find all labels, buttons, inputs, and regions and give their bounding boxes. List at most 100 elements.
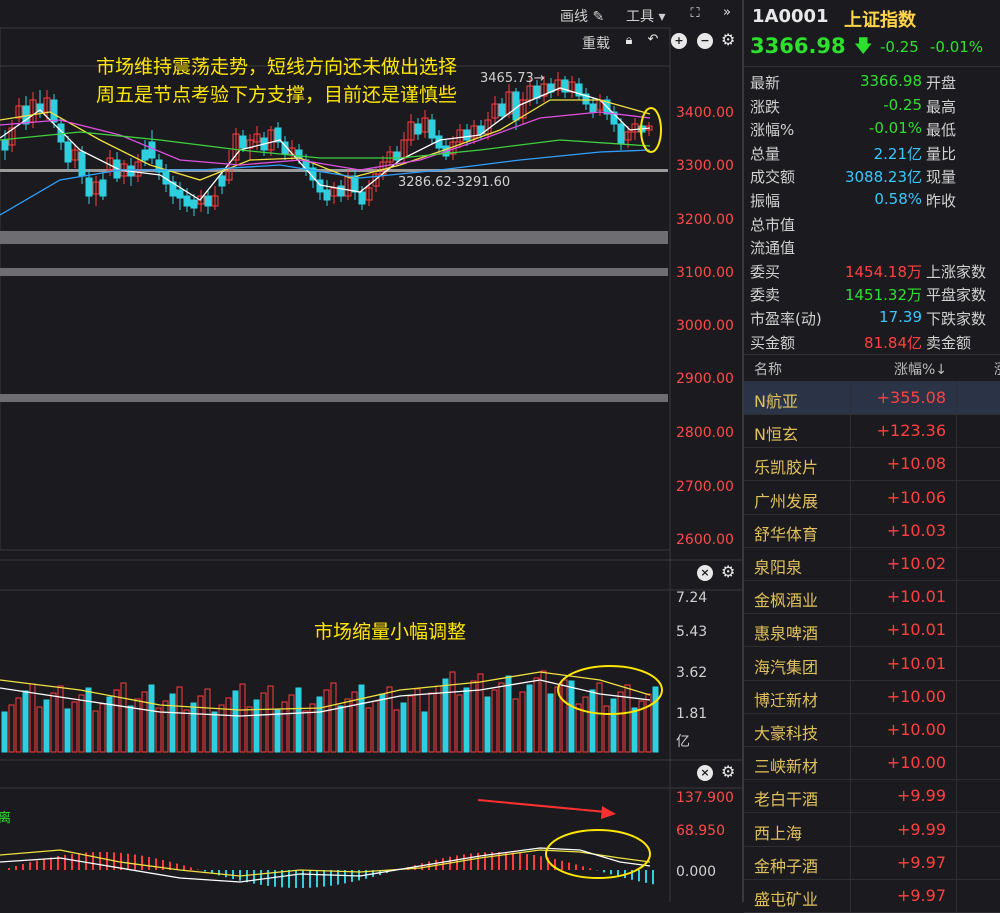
candle-body: [148, 141, 156, 159]
volume-bar: [582, 696, 589, 753]
draw-line-label: 画线: [560, 9, 588, 25]
candle-body: [85, 177, 93, 197]
volume-bar: [225, 697, 232, 753]
col-pct[interactable]: 涨幅%↓: [894, 359, 947, 379]
stock-list-row[interactable]: 盛屯矿业 +9.97: [744, 879, 1000, 913]
tools-menu[interactable]: 工具 ▾: [626, 6, 665, 26]
stock-list-row[interactable]: 舒华体育 +10.03: [744, 513, 1000, 548]
col-divider: [956, 547, 957, 580]
stat-label: 成交额: [750, 168, 796, 187]
volume-bar: [456, 694, 463, 753]
volume-bar: [29, 683, 36, 753]
stock-list-row[interactable]: 西上海 +9.99: [744, 812, 1000, 847]
kline-chart[interactable]: 3400.00 3300.00 3200.00 3100.00 3000.00 2900.…: [0, 0, 742, 902]
col-divider: [956, 381, 957, 414]
volume-bar: [477, 673, 484, 753]
candle-body: [183, 195, 191, 207]
volume-bar: [260, 692, 267, 753]
stat-row: 买金额 81.84亿 卖金额: [744, 330, 1000, 353]
candle-body: [50, 99, 58, 123]
stock-pct: +10.01: [886, 587, 946, 607]
volume-bar: [155, 707, 162, 753]
volume-bar: [379, 693, 386, 753]
stock-name: 乐凯胶片: [754, 458, 819, 478]
reload-button[interactable]: 重载: [582, 33, 610, 53]
stock-list-row[interactable]: 惠泉啤酒 +10.01: [744, 613, 1000, 648]
candle-body: [393, 151, 401, 161]
stock-list-row[interactable]: 金枫酒业 +10.01: [744, 580, 1000, 615]
macd-axis-label: 68.950: [676, 823, 725, 839]
close-macd-panel-icon[interactable]: ×: [697, 765, 713, 781]
volume-annotation: 市场缩量小幅调整: [314, 621, 467, 643]
col-divider: [850, 746, 851, 780]
col-extra[interactable]: 涨: [994, 359, 1000, 379]
fullscreen-icon[interactable]: ⛶: [688, 7, 702, 21]
quote-panel: 1A0001 上证指数 3366.98 🡇 -0.25 -0.01% 最新 336…: [742, 0, 1000, 913]
stock-pct: +10.00: [886, 720, 946, 739]
stock-list-row[interactable]: 海汽集团 +10.01: [744, 646, 1000, 681]
stock-list-row[interactable]: N恒玄 +123.36: [744, 414, 1000, 449]
stat-label: 振幅: [750, 192, 781, 210]
stock-list-row[interactable]: N航亚 +355.08: [744, 381, 1000, 415]
draw-line-button[interactable]: 画线 ✎: [560, 6, 604, 26]
zoom-out-icon[interactable]: −: [697, 33, 713, 49]
candle-body: [463, 129, 471, 141]
stock-list-row[interactable]: 乐凯胶片 +10.08: [744, 447, 1000, 482]
volume-bar: [176, 686, 183, 753]
col-divider: [956, 679, 957, 713]
stat-right-label: 平盘家数: [926, 286, 987, 305]
settings-gear-icon[interactable]: ⚙: [721, 32, 735, 48]
undo-icon[interactable]: ↶: [646, 33, 660, 47]
stat-row: 市盈率(动) 17.39 下跌家数: [744, 306, 1000, 329]
volume-bar: [36, 706, 43, 753]
macd-settings-icon[interactable]: ⚙: [721, 764, 735, 780]
volume-bar: [526, 684, 533, 753]
volume-bar: [533, 677, 540, 753]
col-name[interactable]: 名称: [754, 359, 782, 379]
col-divider: [850, 812, 851, 846]
candle-body: [358, 191, 366, 205]
volume-unit-label: 亿: [676, 734, 690, 750]
volume-bar: [414, 688, 421, 753]
stat-label: 委卖: [750, 286, 781, 305]
stock-list-row[interactable]: 博迁新材 +10.00: [744, 679, 1000, 714]
volume-bar: [253, 699, 260, 753]
stat-value: 17.39: [879, 308, 922, 326]
collapse-right-icon[interactable]: »: [720, 6, 734, 20]
stock-list-row[interactable]: 金种子酒 +9.97: [744, 845, 1000, 880]
stat-right-label: 最低: [926, 121, 957, 140]
volume-bar: [22, 690, 29, 753]
stock-list-row[interactable]: 泉阳泉 +10.02: [744, 547, 1000, 581]
volume-bar: [85, 687, 92, 753]
zoom-in-icon[interactable]: +: [671, 33, 687, 49]
stock-list-row[interactable]: 老白干酒 +9.99: [744, 779, 1000, 814]
stock-list-row[interactable]: 大豪科技 +10.00: [744, 713, 1000, 747]
stock-pct: +10.06: [886, 487, 946, 507]
volume-bar: [148, 684, 155, 753]
close-volume-panel-icon[interactable]: ×: [697, 565, 713, 581]
chart-area[interactable]: 3400.00 3300.00 3200.00 3100.00 3000.00 2900.…: [0, 0, 742, 902]
lock-icon[interactable]: 🔒︎: [622, 34, 636, 48]
volume-bar: [393, 709, 400, 753]
stock-list-row[interactable]: 三峡新材 +10.00: [744, 746, 1000, 781]
volume-bar: [183, 709, 190, 753]
volume-bar: [288, 694, 295, 753]
col-divider: [956, 845, 957, 879]
stat-row: 最新 3366.98 开盘: [744, 70, 1000, 93]
volume-settings-icon[interactable]: ⚙: [721, 564, 735, 580]
candle-body: [1, 139, 9, 151]
volume-bar: [274, 708, 281, 753]
volume-bar: [204, 688, 211, 753]
volume-bar: [407, 695, 414, 753]
col-divider: [956, 480, 957, 514]
volume-bar: [484, 696, 491, 753]
stock-pct: +9.99: [896, 819, 946, 839]
candle-body: [64, 141, 72, 163]
stock-list-row[interactable]: 广州发展 +10.06: [744, 480, 1000, 515]
stat-right-label: 下跌家数: [926, 310, 987, 328]
volume-bar: [71, 701, 78, 753]
volume-bar: [652, 686, 659, 753]
gray-band: [0, 231, 668, 244]
stat-value: 0.58%: [874, 190, 922, 208]
stat-value: 1454.18万: [844, 262, 922, 281]
